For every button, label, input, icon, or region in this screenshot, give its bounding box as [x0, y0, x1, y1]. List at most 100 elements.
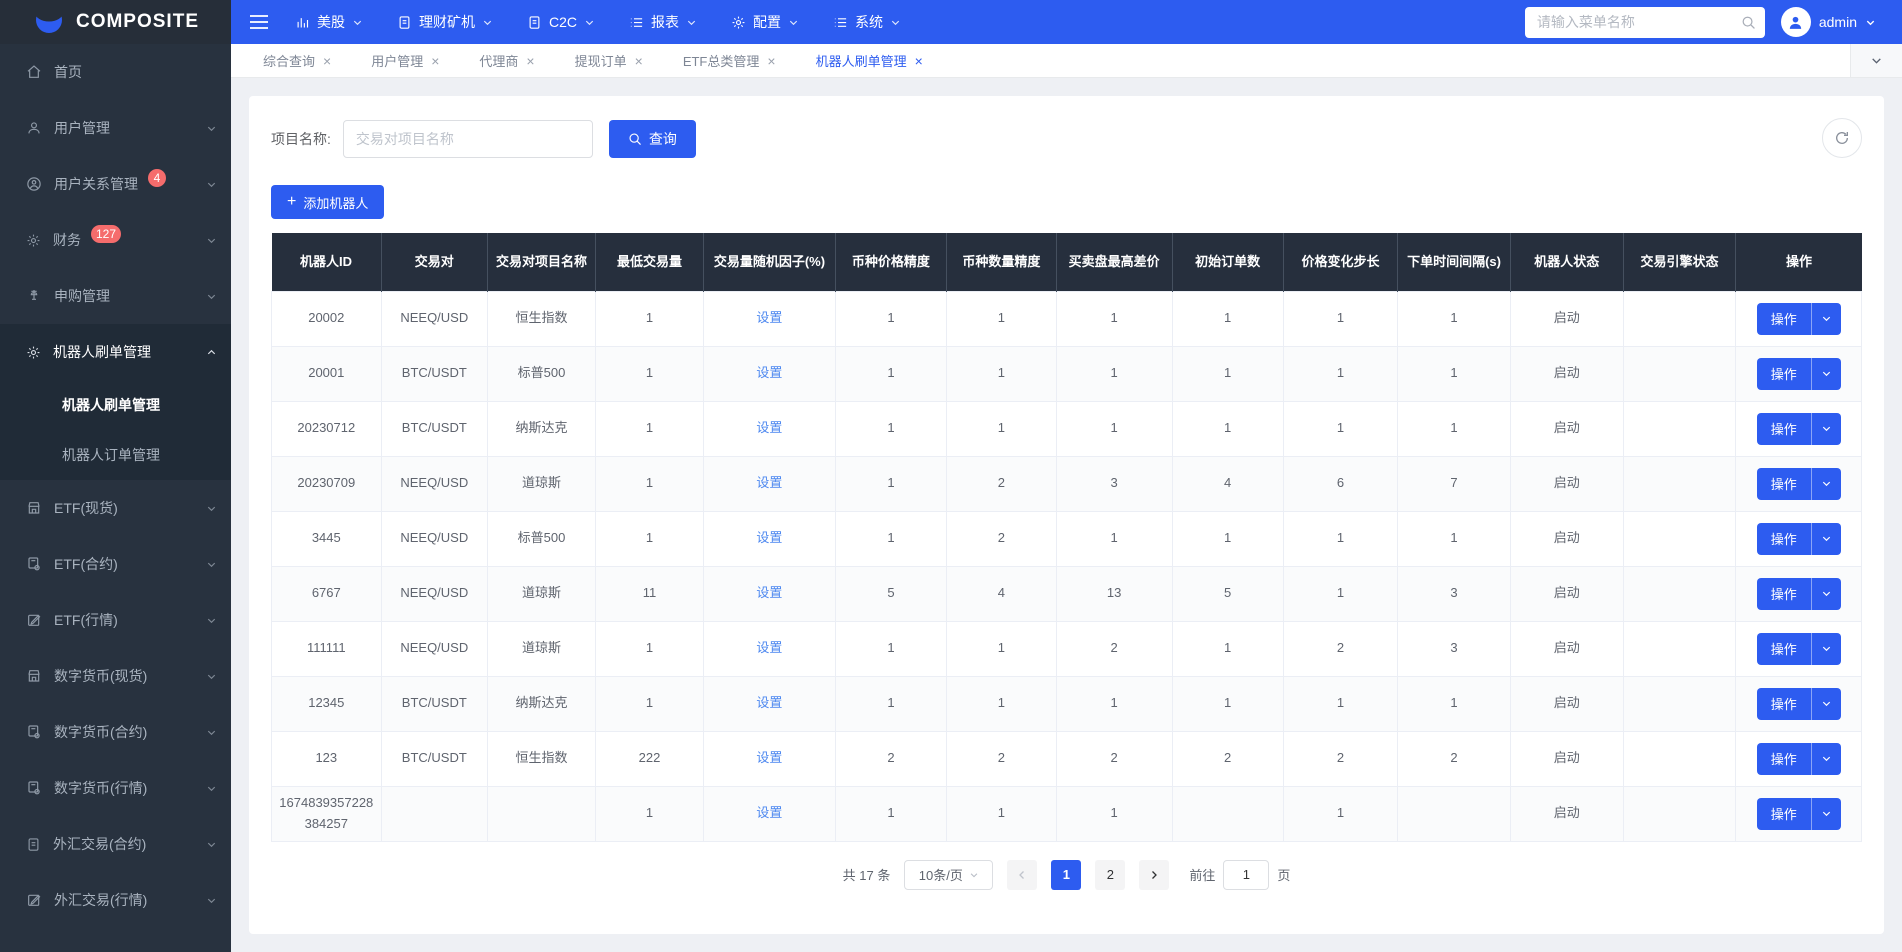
cell-pair: BTC/USDT — [380, 675, 489, 732]
tab-代理商[interactable]: 代理商 × — [461, 44, 552, 77]
sidebar-item-财务[interactable]: 财务 127 — [0, 212, 231, 268]
sidebar-item-外汇交易(合约)[interactable]: 外汇交易(合约) — [0, 816, 231, 872]
row-action-button[interactable]: 操作 — [1756, 357, 1841, 390]
sidebar-item-ETF(行情)[interactable]: ETF(行情) — [0, 592, 231, 648]
settings-link[interactable]: 设置 — [756, 420, 782, 435]
settings-link[interactable]: 设置 — [756, 310, 782, 325]
cell-project — [487, 785, 597, 842]
cell-robot_status: 启动 — [1509, 785, 1624, 842]
row-action-button[interactable]: 操作 — [1756, 797, 1841, 830]
sidebar-item-ETF(合约)[interactable]: ETF(合约) — [0, 536, 231, 592]
sidebar-item-label: 财务 — [53, 232, 81, 248]
row-action-button[interactable]: 操作 — [1756, 412, 1841, 445]
sidebar-item-外汇交易(行情)[interactable]: 外汇交易(行情) — [0, 872, 231, 928]
cell-factor: 设置 — [703, 290, 836, 347]
sidebar-item-label: 数字货币(现货) — [54, 668, 148, 684]
tab-综合查询[interactable]: 综合查询 × — [245, 44, 349, 77]
cell-price_precision: 1 — [834, 345, 948, 402]
close-tab-icon[interactable]: × — [431, 54, 439, 68]
close-tab-icon[interactable]: × — [526, 54, 534, 68]
notification-badge: 127 — [91, 225, 122, 243]
add-robot-button[interactable]: + 添加机器人 — [271, 185, 385, 219]
close-tab-icon[interactable]: × — [323, 54, 331, 68]
cell-interval: 1 — [1397, 400, 1511, 457]
sidebar-item-数字货币(合约)[interactable]: 数字货币(合约) — [0, 704, 231, 760]
user-menu[interactable]: admin — [1780, 7, 1884, 37]
chevron-down-icon — [206, 783, 217, 794]
column-header-价格变化步长: 价格变化步长 — [1283, 233, 1399, 291]
sidebar-item-申购管理[interactable]: 申购管理 — [0, 268, 231, 324]
goto-unit-label: 页 — [1277, 868, 1291, 883]
settings-link[interactable]: 设置 — [756, 695, 782, 710]
tab-机器人刷单管理[interactable]: 机器人刷单管理 × — [798, 44, 941, 77]
cell-min_volume: 1 — [595, 455, 705, 512]
nav-item-系统[interactable]: 系统 — [833, 12, 901, 32]
page-button-2[interactable]: 2 — [1095, 859, 1126, 890]
sidebar-item-label: 外汇交易(行情) — [54, 892, 148, 908]
row-action-button[interactable]: 操作 — [1756, 577, 1841, 610]
menu-search-input[interactable] — [1524, 6, 1765, 38]
cell-engine_status — [1622, 620, 1737, 677]
row-action-button[interactable]: 操作 — [1756, 522, 1841, 555]
row-action-button[interactable]: 操作 — [1756, 632, 1841, 665]
cell-action: 操作 — [1735, 510, 1862, 567]
sidebar-item-用户管理[interactable]: 用户管理 — [0, 100, 231, 156]
goto-page-input[interactable] — [1223, 859, 1270, 890]
cell-action: 操作 — [1735, 675, 1862, 732]
nav-item-配置[interactable]: 配置 — [731, 12, 799, 32]
cell-pair: NEEQ/USD — [380, 290, 489, 347]
row-action-button[interactable]: 操作 — [1756, 302, 1841, 335]
cell-factor: 设置 — [703, 620, 836, 677]
page-size-select[interactable]: 10条/页 — [904, 859, 994, 890]
nav-item-美股[interactable]: 美股 — [295, 12, 363, 32]
settings-link[interactable]: 设置 — [756, 475, 782, 490]
settings-link[interactable]: 设置 — [756, 805, 782, 820]
sidebar-item-机器人刷单管理[interactable]: 机器人刷单管理 — [0, 324, 231, 380]
nav-item-理财矿机[interactable]: 理财矿机 — [397, 12, 493, 32]
tabs-more-button[interactable] — [1850, 44, 1902, 77]
sidebar-subitem-机器人订单管理[interactable]: 机器人订单管理 — [0, 430, 231, 480]
menu-toggle-icon[interactable] — [249, 14, 269, 30]
logo[interactable]: COMPOSITE — [0, 0, 231, 44]
close-tab-icon[interactable]: × — [635, 54, 643, 68]
cell-price_step: 1 — [1282, 290, 1399, 347]
nav-item-报表[interactable]: 报表 — [629, 12, 697, 32]
settings-link[interactable]: 设置 — [756, 585, 782, 600]
settings-link[interactable]: 设置 — [756, 530, 782, 545]
sidebar-item-数字货币(行情)[interactable]: 数字货币(行情) — [0, 760, 231, 816]
row-action-label: 操作 — [1770, 807, 1797, 822]
page-button-1[interactable]: 1 — [1051, 859, 1082, 890]
close-tab-icon[interactable]: × — [767, 54, 775, 68]
query-button-label: 查询 — [648, 131, 677, 147]
tab-ETF总类管理[interactable]: ETF总类管理 × — [665, 44, 794, 77]
doc-gear-icon — [26, 724, 42, 740]
close-tab-icon[interactable]: × — [915, 54, 923, 68]
row-action-button[interactable]: 操作 — [1756, 742, 1841, 775]
query-button[interactable]: 查询 — [608, 120, 696, 158]
tabs: 综合查询 × 用户管理 × 代理商 × 提现订单 × ETF总类管理 × 机器人刷单管理 × — [231, 44, 1850, 77]
refresh-button[interactable] — [1822, 118, 1862, 158]
next-page-button[interactable] — [1139, 859, 1170, 890]
column-header-机器人ID: 机器人ID — [271, 233, 382, 291]
project-name-input[interactable] — [342, 120, 593, 158]
row-action-button[interactable]: 操作 — [1756, 467, 1841, 500]
cell-qty_precision: 4 — [946, 565, 1057, 622]
search-icon[interactable] — [1741, 15, 1756, 30]
cell-id: 111111 — [271, 620, 382, 677]
sidebar-subitem-机器人刷单管理[interactable]: 机器人刷单管理 — [0, 380, 231, 430]
prev-page-button[interactable] — [1007, 859, 1038, 890]
tab-提现订单[interactable]: 提现订单 × — [557, 44, 661, 77]
row-action-button[interactable]: 操作 — [1756, 687, 1841, 720]
settings-link[interactable]: 设置 — [756, 640, 782, 655]
cell-pair: BTC/USDT — [380, 730, 489, 787]
refresh-icon — [1834, 130, 1850, 146]
sidebar-item-首页[interactable]: 首页 — [0, 44, 231, 100]
tab-用户管理[interactable]: 用户管理 × — [353, 44, 457, 77]
sidebar-item-用户关系管理[interactable]: 用户关系管理 4 — [0, 156, 231, 212]
project-name-label: 项目名称: — [271, 131, 331, 147]
sidebar-item-ETF(现货)[interactable]: ETF(现货) — [0, 480, 231, 536]
settings-link[interactable]: 设置 — [756, 365, 782, 380]
nav-item-C2C[interactable]: C2C — [527, 14, 595, 30]
sidebar-item-数字货币(现货)[interactable]: 数字货币(现货) — [0, 648, 231, 704]
settings-link[interactable]: 设置 — [756, 750, 782, 765]
